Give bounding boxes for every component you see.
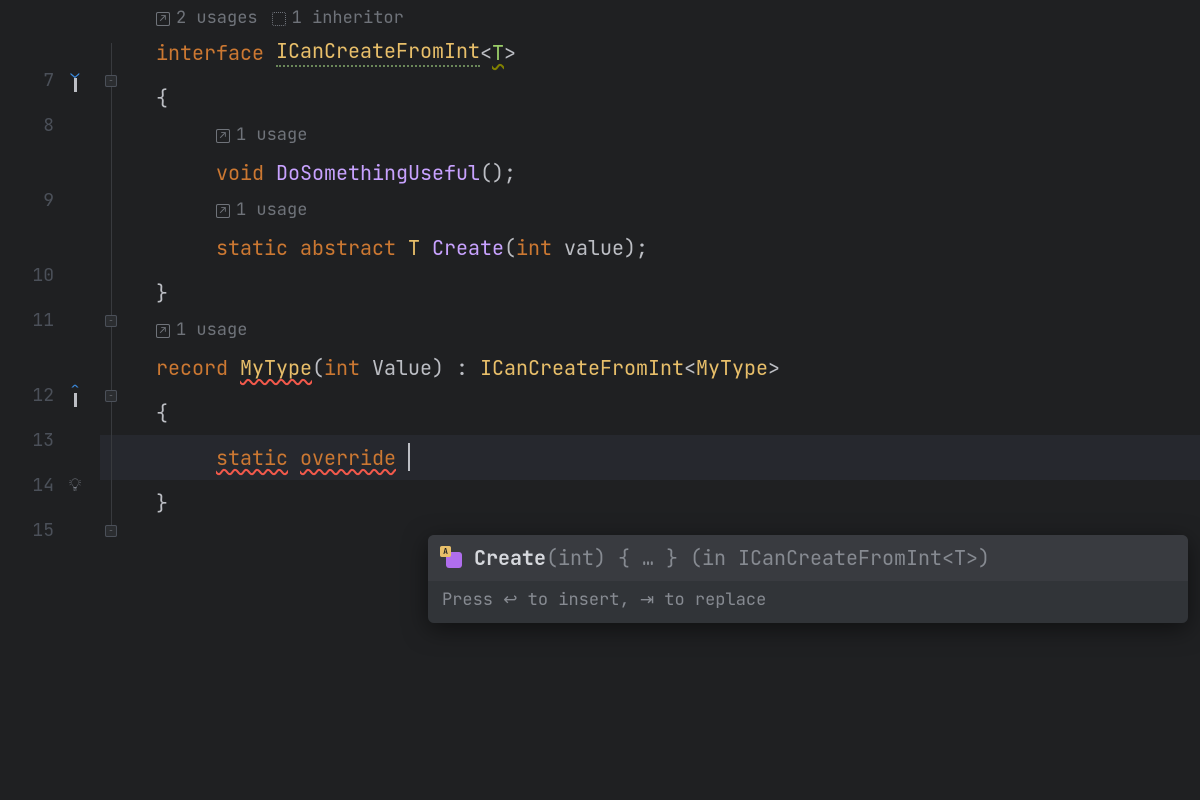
code-lens-hint[interactable]: 1 usage: [156, 195, 1200, 225]
parameter: value: [564, 235, 624, 261]
method-override-icon: A: [442, 548, 462, 568]
code-area[interactable]: 2 usages 1 inheritor interface ICanCreate…: [156, 0, 1200, 800]
keyword: void: [216, 160, 264, 186]
hint-text: 1 usage: [236, 124, 307, 146]
current-line-highlight: [0, 435, 1200, 480]
code-line[interactable]: record MyType(int Value) : ICanCreateFro…: [156, 345, 1200, 390]
type-name: MyType: [240, 355, 312, 381]
usages-icon: [156, 12, 170, 26]
code-lens-hint[interactable]: 2 usages 1 inheritor: [156, 0, 1200, 30]
fold-handle-icon[interactable]: −: [105, 315, 117, 327]
hint-text: 1 inheritor: [292, 7, 404, 29]
code-editor[interactable]: 7 ⌄ 8 9 10 11 12 ⌃: [0, 0, 1200, 800]
type-name: ICanCreateFromInt: [480, 355, 684, 381]
code-lens-hint[interactable]: 1 usage: [156, 120, 1200, 150]
fold-handle-icon[interactable]: −: [105, 390, 117, 402]
completion-item[interactable]: A Create(int) { … } (in ICanCreateFromIn…: [428, 535, 1188, 581]
keyword: abstract: [300, 235, 396, 261]
type-arg: MyType: [696, 355, 768, 381]
code-line[interactable]: interface ICanCreateFromInt<T>: [156, 30, 1200, 75]
method-name: DoSomethingUseful: [276, 160, 480, 186]
keyword: interface: [156, 40, 264, 66]
enter-key-icon: ↩: [503, 590, 517, 609]
gutter-line-13[interactable]: 13: [0, 418, 100, 463]
completion-popup: A Create(int) { … } (in ICanCreateFromIn…: [428, 535, 1188, 623]
completion-origin: (in ICanCreateFromInt<T>): [678, 545, 990, 571]
gutter: 7 ⌄ 8 9 10 11 12 ⌃: [0, 0, 100, 800]
keyword: int: [324, 355, 360, 381]
gutter-line-15[interactable]: 15: [0, 508, 100, 553]
method-name: Create: [432, 235, 504, 261]
code-line[interactable]: }: [156, 480, 1200, 525]
gutter-line-7[interactable]: 7 ⌄: [0, 58, 100, 103]
gutter-line-14[interactable]: 14 💡︎: [0, 463, 100, 508]
gutter-line-9[interactable]: 9: [0, 178, 100, 223]
completion-hint: Press ↩ to insert, ⇥ to replace: [428, 581, 1188, 623]
gutter-line-12[interactable]: 12 ⌃: [0, 373, 100, 418]
text-caret: [408, 443, 410, 471]
code-line[interactable]: {: [156, 390, 1200, 435]
usages-icon: [216, 129, 230, 143]
keyword: record: [156, 355, 228, 381]
lightbulb-icon[interactable]: 💡︎: [64, 474, 86, 497]
implements-up-icon[interactable]: ⌃: [64, 384, 86, 406]
keyword: static: [216, 235, 288, 261]
inheritor-icon: [272, 12, 286, 26]
usages-icon: [216, 204, 230, 218]
code-line[interactable]: }: [156, 270, 1200, 315]
code-line[interactable]: void DoSomethingUseful();: [156, 150, 1200, 195]
completion-name: Create: [474, 545, 546, 571]
hint-text: 2 usages: [176, 7, 258, 29]
keyword: static: [216, 445, 288, 471]
fold-column: − − − −: [100, 0, 122, 800]
hint-text: 1 usage: [176, 319, 247, 341]
tab-key-icon: ⇥: [640, 590, 654, 609]
code-lens-hint[interactable]: 1 usage: [156, 315, 1200, 345]
keyword: override: [300, 445, 396, 471]
fold-handle-icon[interactable]: −: [105, 525, 117, 537]
type-param: T: [408, 235, 420, 261]
code-line[interactable]: static abstract T Create(int value);: [156, 225, 1200, 270]
fold-handle-icon[interactable]: −: [105, 75, 117, 87]
usages-icon: [156, 324, 170, 338]
type-param: T: [492, 40, 504, 66]
gutter-line-11[interactable]: 11: [0, 298, 100, 343]
completion-signature: (int) { … }: [546, 545, 678, 571]
type-name: ICanCreateFromInt: [276, 38, 480, 67]
parameter: Value: [372, 355, 432, 381]
keyword: int: [516, 235, 552, 261]
hint-text: 1 usage: [236, 199, 307, 221]
code-line-active[interactable]: static override: [156, 435, 1200, 480]
gutter-line-8[interactable]: 8: [0, 103, 100, 148]
implemented-down-icon[interactable]: ⌄: [64, 69, 86, 91]
code-line[interactable]: {: [156, 75, 1200, 120]
gutter-line-10[interactable]: 10: [0, 253, 100, 298]
